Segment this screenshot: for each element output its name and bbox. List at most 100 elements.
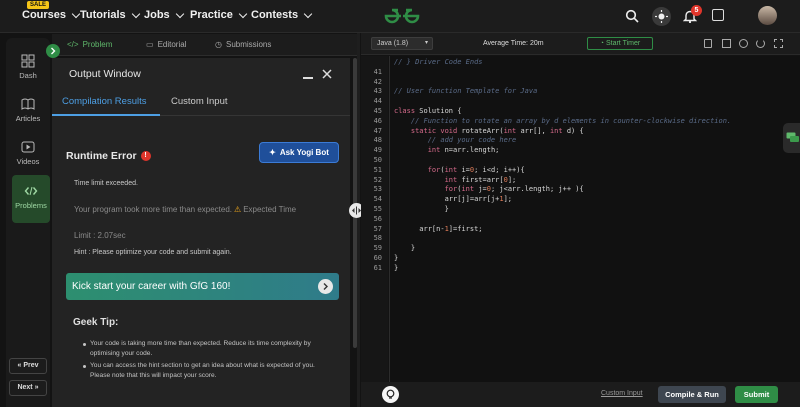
sidebar-item-label: Articles [15, 114, 41, 123]
sidebar-item-articles[interactable]: Articles [6, 91, 50, 131]
code-icon [24, 186, 38, 196]
pane-divider[interactable] [357, 33, 360, 407]
code-line: } [394, 244, 416, 253]
custom-input-link[interactable]: Custom Input [601, 390, 643, 397]
line-number [361, 58, 382, 68]
sidebar-item-videos[interactable]: Videos [6, 134, 50, 174]
chevron-down-icon [238, 9, 248, 18]
code-line: int first=arr[0]; [444, 175, 517, 184]
nav-courses[interactable]: Courses [22, 9, 81, 21]
code-line: static void rotateArr(int arr[], int d) … [410, 126, 584, 135]
output-tabs: Compilation Results Custom Input [52, 86, 350, 116]
sparkle-icon: ✦ [269, 148, 276, 157]
copy-icon[interactable] [704, 39, 712, 48]
sidebar-item-dash[interactable]: Dash [6, 48, 50, 88]
start-timer-button[interactable]: ◔ Start Timer [587, 37, 653, 50]
sidebar-item-problems[interactable]: Problems [12, 175, 50, 223]
timer-icon: ◔ [599, 40, 605, 47]
line-number: 41 [373, 67, 382, 76]
line-number: 50 [373, 156, 382, 164]
line-number: 58 [373, 234, 382, 243]
code-line: int n=arr.length; [427, 146, 500, 155]
compile-run-button[interactable]: Compile & Run [658, 386, 726, 403]
tab-custom-input[interactable]: Custom Input [171, 96, 228, 107]
line-number: 45 [373, 107, 382, 115]
chevron-down-icon [303, 9, 313, 18]
code-line: for(int j=0; j<arr.length; j++ ){ [444, 185, 584, 194]
code-line: arr[n-1]=first; [394, 224, 483, 233]
play-icon [21, 141, 35, 153]
hint-text: Hint : Please optimize your code and sub… [74, 249, 232, 256]
search-icon[interactable] [625, 9, 639, 23]
nav-contests[interactable]: Contests [251, 9, 313, 21]
line-number: 47 [373, 126, 382, 135]
close-icon[interactable] [322, 69, 332, 79]
fullscreen-icon[interactable] [774, 39, 783, 48]
next-problem-button[interactable]: Next » [9, 380, 47, 396]
language-select[interactable]: Java (1.8) ▾ [371, 37, 433, 50]
error-icon: ! [140, 151, 151, 161]
avatar[interactable] [758, 6, 777, 25]
sidebar-item-label: Dash [19, 71, 37, 80]
refresh-icon[interactable] [756, 39, 765, 48]
nav-practice[interactable]: Practice [190, 9, 248, 21]
line-number: 59 [373, 244, 382, 253]
code-icon: </> [67, 40, 79, 49]
ask-yogi-bot-button[interactable]: ✦ Ask Yogi Bot [259, 142, 339, 163]
status-text: Time limit exceeded. [74, 180, 138, 187]
active-tab-indicator [52, 114, 160, 116]
line-number: 61 [373, 263, 382, 272]
nav-tutorials[interactable]: Tutorials [80, 9, 140, 21]
tab-problem[interactable]: </> Problem [67, 40, 112, 49]
chat-icon [786, 132, 799, 142]
chat-button[interactable] [783, 123, 800, 153]
problem-tabs: </> Problem ▭ Editorial ◷ Submissions [52, 34, 357, 56]
code-line: // } Driver Code Ends [394, 58, 483, 66]
chevron-down-icon: ▾ [424, 40, 428, 46]
code-line: for(int i=0; i<d; i++){ [427, 165, 525, 174]
sidebar-item-label: Problems [15, 201, 47, 210]
promo-banner[interactable]: Kick start your career with GfG 160! [66, 273, 339, 300]
time-limit-text: Limit : 2.07sec [74, 231, 126, 240]
sale-badge: SALE [27, 1, 50, 9]
code-line: // add your code here [394, 136, 517, 145]
settings-icon[interactable] [739, 39, 748, 48]
line-number: 46 [373, 116, 382, 125]
submit-button[interactable]: Submit [735, 386, 778, 403]
line-number-gutter: 41 42 43 44 45 46 47 48 49 50 51 52 53 54 55 56 57 58 59 60… [361, 56, 388, 382]
reset-code-icon[interactable] [722, 39, 731, 48]
line-number: 43 [373, 87, 382, 96]
sidebar-item-label: Videos [16, 157, 40, 166]
code-line: // User function Template for Java [394, 87, 538, 96]
line-number: 53 [373, 185, 382, 194]
gfg-logo-icon[interactable] [382, 6, 422, 26]
code-line: class Solution { [394, 107, 462, 115]
collapse-sidebar-button[interactable] [46, 44, 60, 58]
theme-toggle-button[interactable] [652, 7, 671, 26]
nav-jobs[interactable]: Jobs [144, 9, 184, 21]
output-window-title: Output Window [69, 68, 141, 80]
book-icon [21, 98, 35, 110]
code-line: } [394, 254, 399, 262]
tab-compilation-results[interactable]: Compilation Results [62, 96, 146, 107]
translate-icon[interactable] [712, 9, 724, 21]
tab-editorial[interactable]: ▭ Editorial [146, 40, 186, 49]
line-number: 44 [373, 97, 382, 106]
sun-icon [655, 10, 668, 23]
left-sidebar: Dash Articles Videos Problems [6, 38, 50, 407]
code-line: } [394, 205, 449, 213]
notification-count-badge: 5 [691, 5, 702, 16]
editor-toolbar: Java (1.8) ▾ Average Time: 20m ◔ Start Ti… [361, 33, 800, 55]
line-number: 49 [373, 146, 382, 155]
code-editor[interactable]: // } Driver Code Ends // User function Te… [389, 56, 800, 382]
tab-submissions[interactable]: ◷ Submissions [215, 40, 271, 49]
document-icon: ▭ [146, 40, 154, 49]
arrow-right-icon[interactable] [318, 279, 333, 294]
line-number: 48 [373, 136, 382, 145]
minimize-icon[interactable] [303, 77, 313, 79]
tip-item: Your code is taking more time than expec… [83, 339, 335, 359]
prev-problem-button[interactable]: « Prev [9, 358, 47, 374]
geek-tip-heading: Geek Tip: [73, 317, 119, 328]
double-chevron-left-icon: « [17, 362, 22, 369]
lightbulb-icon[interactable] [382, 386, 399, 403]
